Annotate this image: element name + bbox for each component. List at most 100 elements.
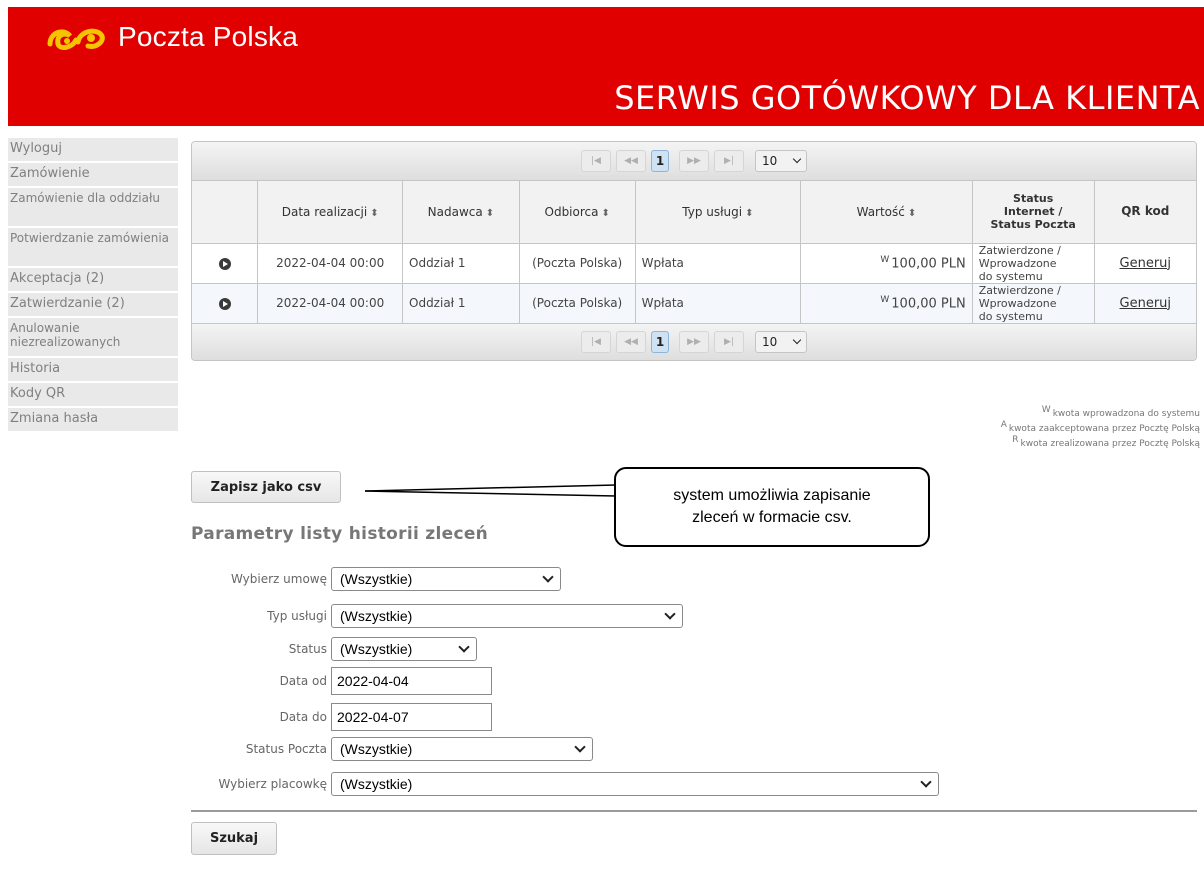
page-size-value: 10 (762, 335, 778, 349)
page-size-value: 10 (762, 154, 778, 168)
form-divider (191, 810, 1197, 812)
column-header-sender[interactable]: Nadawca ⬍ (402, 181, 520, 244)
cell-status: Zatwierdzone / Wprowadzone do systemu (972, 283, 1095, 323)
column-header-recipient[interactable]: Odbiorca ⬍ (519, 181, 636, 244)
post-horn-icon (47, 28, 105, 50)
sidebar-item-branch-order[interactable]: Zamówienie dla oddziału (8, 188, 178, 228)
search-button[interactable]: Szukaj (191, 822, 277, 855)
chevron-down-icon (792, 154, 802, 164)
chevron-down-icon (920, 776, 932, 788)
play-icon (218, 258, 231, 270)
first-page-button[interactable]: |◀ (581, 150, 611, 172)
sidebar-item-approval[interactable]: Zatwierdzanie (2) (8, 293, 178, 318)
sort-arrows-icon: ⬍ (485, 207, 495, 219)
cell-service: Wpłata (635, 283, 802, 323)
page-size-select[interactable]: 10 (755, 331, 807, 353)
expand-row-button[interactable] (192, 243, 259, 284)
date-from-label: Data od (279, 674, 327, 688)
column-header-service[interactable]: Typ usługi ⬍ (635, 181, 802, 244)
last-page-button[interactable]: ▶| (714, 150, 744, 172)
expand-column-header (192, 181, 259, 244)
cell-recipient: (Poczta Polska) (519, 283, 636, 323)
sidebar-item-change-password[interactable]: Zmiana hasła (8, 408, 178, 433)
sort-arrows-icon: ⬍ (370, 207, 379, 219)
cell-value: W 100,00 PLN (800, 243, 973, 284)
date-to-row: Data do 2022-04-07 (191, 703, 492, 731)
last-page-button[interactable]: ▶| (714, 331, 744, 353)
sort-arrows-icon: ⬍ (907, 207, 917, 219)
sidebar-item-cancel-unrealized[interactable]: Anulowanie niezrealizowanych (8, 318, 178, 358)
column-header-status: Status Internet / Status Poczta (972, 181, 1095, 244)
contract-select[interactable]: (Wszystkie) (331, 567, 561, 591)
page-number-button[interactable]: 1 (651, 331, 669, 353)
post-status-label: Status Poczta (245, 742, 327, 756)
office-row: Wybierz placowkę (Wszystkie) (191, 772, 939, 796)
cell-service: Wpłata (635, 243, 802, 284)
save-csv-button[interactable]: Zapisz jako csv (191, 471, 341, 503)
table-row: 2022-04-04 00:00 Oddział 1 (Poczta Polsk… (192, 283, 1196, 323)
csv-callout: system umożliwia zapisanie zleceń w form… (614, 467, 930, 547)
prev-page-button[interactable]: ◀◀ (616, 331, 646, 353)
poczta-polska-logo: Poczta Polska (46, 21, 298, 53)
cell-status: Zatwierdzone / Wprowadzone do systemu (972, 243, 1095, 284)
date-to-input[interactable]: 2022-04-07 (331, 703, 492, 731)
service-select[interactable]: (Wszystkie) (331, 604, 683, 628)
cell-sender: Oddział 1 (402, 283, 520, 323)
column-header-qr: QR kod (1094, 181, 1196, 244)
pager-top: |◀ ◀◀ 1 ▶▶ ▶| 10 (192, 142, 1196, 181)
sidebar-item-order[interactable]: Zamówienie (8, 163, 178, 188)
office-select[interactable]: (Wszystkie) (331, 772, 939, 796)
pager-bottom: |◀ ◀◀ 1 ▶▶ ▶| 10 (192, 323, 1196, 360)
sort-arrows-icon: ⬍ (601, 207, 610, 219)
play-icon (218, 298, 231, 311)
page-size-select[interactable]: 10 (755, 150, 807, 172)
first-page-button[interactable]: |◀ (581, 331, 611, 353)
page-title: SERWIS GOTÓWKOWY DLA KLIENTA (614, 79, 1200, 117)
table-row: 2022-04-04 00:00 Oddział 1 (Poczta Polsk… (192, 243, 1196, 284)
sidebar-item-history[interactable]: Historia (8, 358, 178, 383)
office-label: Wybierz placowkę (218, 777, 327, 791)
filters-section-title: Parametry listy historii zleceń (191, 524, 489, 544)
date-from-input[interactable]: 2022-04-04 (331, 667, 492, 695)
column-header-value[interactable]: Wartość ⬍ (800, 181, 973, 244)
sidebar-nav: Wyloguj Zamówienie Zamówienie dla oddzia… (8, 138, 178, 433)
value-legend: Wkwota wprowadzona do systemu Akwota zaa… (1000, 405, 1200, 449)
service-label: Typ usługi (267, 609, 327, 623)
generate-qr-link[interactable]: Generuj (1120, 256, 1172, 271)
sidebar-item-order-confirmation[interactable]: Potwierdzanie zamówienia (8, 228, 178, 268)
post-status-select[interactable]: (Wszystkie) (331, 737, 593, 761)
sidebar-item-qr-codes[interactable]: Kody QR (8, 383, 178, 408)
next-page-button[interactable]: ▶▶ (679, 150, 709, 172)
status-select[interactable]: (Wszystkie) (331, 637, 477, 661)
date-from-row: Data od 2022-04-04 (191, 667, 492, 695)
service-row: Typ usługi (Wszystkie) (191, 604, 683, 628)
cell-sender: Oddział 1 (402, 243, 520, 284)
table-header-row: Data realizacji ⬍ Nadawca ⬍ Odbiorca ⬍ Typ … (192, 181, 1196, 244)
cell-qr: Generuj (1094, 243, 1196, 284)
contract-label: Wybierz umowę (231, 572, 327, 586)
chevron-down-icon (574, 741, 586, 753)
post-status-row: Status Poczta (Wszystkie) (191, 737, 593, 761)
status-row: Status (Wszystkie) (191, 637, 477, 661)
orders-grid: |◀ ◀◀ 1 ▶▶ ▶| 10 Data realizacji ⬍ Nadawc… (191, 141, 1197, 361)
sidebar-item-acceptance[interactable]: Akceptacja (2) (8, 268, 178, 293)
app-header: Poczta Polska SERWIS GOTÓWKOWY DLA KLIEN… (8, 7, 1204, 126)
column-header-date[interactable]: Data realizacji ⬍ (257, 181, 403, 244)
chevron-down-icon (664, 608, 676, 620)
cell-date: 2022-04-04 00:00 (257, 243, 403, 284)
status-label: Status (288, 642, 327, 656)
orders-table: Data realizacji ⬍ Nadawca ⬍ Odbiorca ⬍ Typ … (192, 181, 1196, 323)
next-page-button[interactable]: ▶▶ (679, 331, 709, 353)
chevron-down-icon (542, 571, 554, 583)
brand-name: Poczta Polska (118, 21, 299, 52)
chevron-down-icon (792, 335, 802, 345)
generate-qr-link[interactable]: Generuj (1120, 296, 1172, 311)
cell-recipient: (Poczta Polska) (519, 243, 636, 284)
sort-arrows-icon: ⬍ (745, 207, 754, 219)
expand-row-button[interactable] (192, 283, 259, 323)
cell-date: 2022-04-04 00:00 (257, 283, 403, 323)
prev-page-button[interactable]: ◀◀ (616, 150, 646, 172)
cell-qr: Generuj (1094, 283, 1196, 323)
page-number-button[interactable]: 1 (651, 150, 669, 172)
sidebar-item-logout[interactable]: Wyloguj (8, 138, 178, 163)
